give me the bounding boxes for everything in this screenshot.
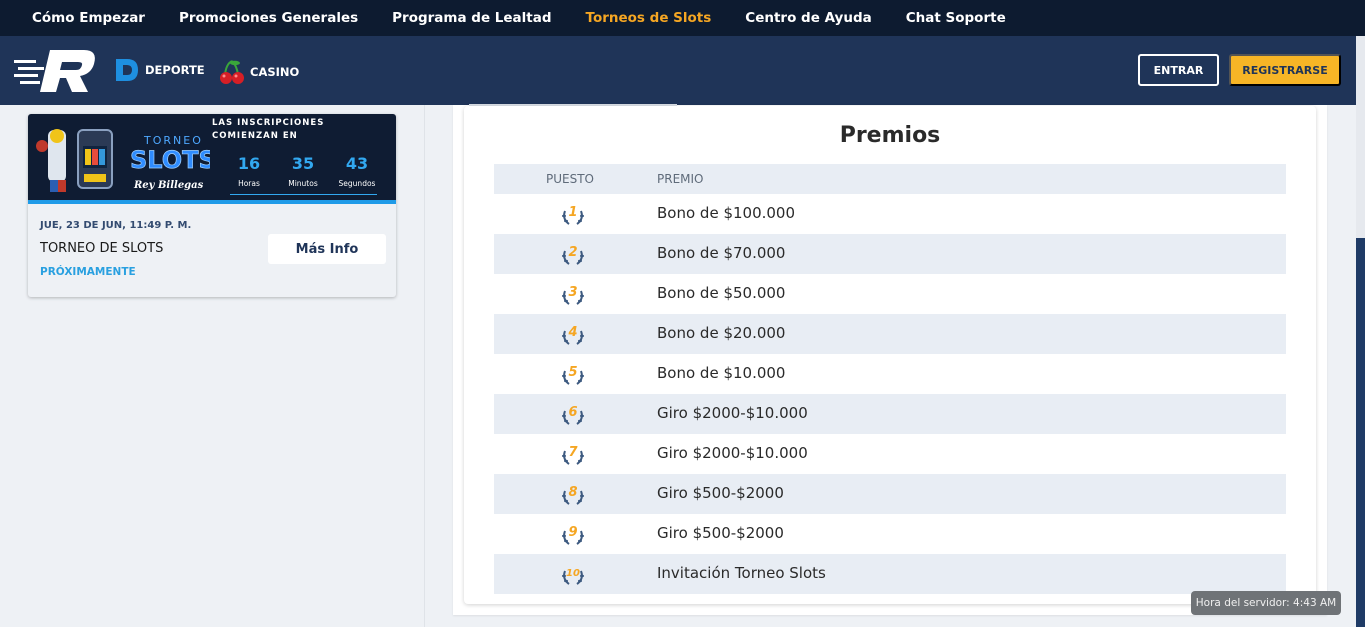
prizes-title: Premios bbox=[839, 123, 941, 148]
category-deporte[interactable]: DEPORTE bbox=[115, 58, 205, 82]
tournament-banner: TORNEO SLOTS Rey Billegas LAS INSCRIPCIO… bbox=[28, 114, 396, 200]
countdown-seconds: 43 Segundos bbox=[332, 154, 382, 188]
table-row: 1 Bono de $100.000 bbox=[494, 194, 1286, 234]
table-row: 5 Bono de $10.000 bbox=[494, 354, 1286, 394]
laurel-medal-icon: 3 bbox=[562, 285, 584, 305]
position-number: 4 bbox=[567, 325, 577, 340]
prize-text: Giro $2000-$10.000 bbox=[657, 444, 808, 462]
countdown-divider bbox=[230, 194, 377, 195]
position-number: 9 bbox=[568, 525, 577, 540]
laurel-medal-icon: 9 bbox=[562, 525, 584, 545]
server-time-badge: Hora del servidor: 4:43 AM bbox=[1191, 591, 1341, 615]
position-number: 5 bbox=[568, 365, 577, 380]
casino-label: CASINO bbox=[250, 65, 300, 79]
position-number: 2 bbox=[568, 245, 577, 260]
top-nav: Cómo Empezar Promociones Generales Progr… bbox=[0, 0, 1365, 36]
sidebar: TORNEO SLOTS Rey Billegas LAS INSCRIPCIO… bbox=[0, 105, 425, 627]
tournament-title: TORNEO DE SLOTS bbox=[40, 241, 164, 256]
laurel-medal-icon: 2 bbox=[562, 245, 584, 265]
position-number: 7 bbox=[568, 445, 578, 460]
nav-torneos-slots[interactable]: Torneos de Slots bbox=[586, 10, 712, 26]
laurel-medal-icon: 4 bbox=[562, 325, 584, 345]
countdown-hours: 16 Horas bbox=[224, 154, 274, 188]
prize-text: Invitación Torneo Slots bbox=[657, 564, 826, 582]
prize-text: Bono de $10.000 bbox=[657, 364, 786, 382]
laurel-medal-icon: 1 bbox=[562, 205, 584, 225]
more-info-button[interactable]: Más Info bbox=[268, 234, 386, 264]
laurel-medal-icon: 6 bbox=[562, 405, 584, 425]
cherry-icon bbox=[220, 60, 244, 84]
prize-text: Bono de $70.000 bbox=[657, 244, 786, 262]
prizes-table-header: PUESTO PREMIO bbox=[494, 164, 1286, 194]
nav-lealtad[interactable]: Programa de Lealtad bbox=[392, 10, 551, 26]
countdown-minutes-label: Minutos bbox=[288, 179, 318, 188]
countdown-seconds-label: Segundos bbox=[338, 179, 376, 188]
nav-centro-ayuda[interactable]: Centro de Ayuda bbox=[745, 10, 871, 26]
register-button[interactable]: REGISTRARSE bbox=[1229, 54, 1341, 86]
slots-banner-art: TORNEO SLOTS Rey Billegas bbox=[36, 129, 210, 192]
countdown-hours-value: 16 bbox=[237, 154, 261, 173]
countdown-hours-label: Horas bbox=[238, 179, 260, 188]
column-header-prize: PREMIO bbox=[657, 172, 704, 186]
table-row: 2 Bono de $70.000 bbox=[494, 234, 1286, 274]
nav-como-empezar[interactable]: Cómo Empezar bbox=[32, 10, 145, 26]
position-number: 10 bbox=[566, 568, 580, 579]
table-row: 3 Bono de $50.000 bbox=[494, 274, 1286, 314]
table-row: 4 Bono de $20.000 bbox=[494, 314, 1286, 354]
banner-rey-text: Rey Billegas bbox=[133, 180, 204, 191]
tournament-date: JUE, 23 DE JUN, 11:49 P. M. bbox=[40, 220, 192, 231]
countdown-minutes-value: 35 bbox=[291, 154, 315, 173]
nav-promociones[interactable]: Promociones Generales bbox=[179, 10, 358, 26]
table-row: 9 Giro $500-$2000 bbox=[494, 514, 1286, 554]
laurel-medal-icon: 5 bbox=[562, 365, 584, 385]
prize-text: Bono de $20.000 bbox=[657, 324, 786, 342]
tournament-card[interactable]: TORNEO SLOTS Rey Billegas LAS INSCRIPCIO… bbox=[28, 114, 396, 297]
category-casino[interactable]: CASINO bbox=[218, 58, 299, 86]
laurel-medal-icon: 7 bbox=[562, 445, 584, 465]
prize-text: Giro $500-$2000 bbox=[657, 484, 784, 502]
countdown-minutes: 35 Minutos bbox=[278, 154, 328, 188]
nav-chat-soporte[interactable]: Chat Soporte bbox=[906, 10, 1006, 26]
prize-text: Giro $500-$2000 bbox=[657, 524, 784, 542]
login-button[interactable]: ENTRAR bbox=[1138, 54, 1219, 86]
site-header: DEPORTE CASINO ENTRAR REGISTRARSE bbox=[0, 36, 1356, 105]
position-number: 8 bbox=[568, 485, 577, 500]
r-brand-logo-icon[interactable] bbox=[14, 48, 98, 94]
table-row: 6 Giro $2000-$10.000 bbox=[494, 394, 1286, 434]
table-row: 10 Invitación Torneo Slots bbox=[494, 554, 1286, 594]
laurel-medal-icon: 10 bbox=[562, 568, 584, 585]
prize-text: Giro $2000-$10.000 bbox=[657, 404, 808, 422]
scrollbar-thumb[interactable] bbox=[1356, 238, 1365, 627]
position-number: 6 bbox=[568, 405, 577, 420]
laurel-medal-icon: 8 bbox=[562, 485, 584, 505]
countdown-seconds-value: 43 bbox=[345, 154, 369, 173]
deporte-label: DEPORTE bbox=[145, 63, 205, 77]
prize-text: Bono de $50.000 bbox=[657, 284, 786, 302]
column-header-position: PUESTO bbox=[546, 172, 594, 186]
position-number: 1 bbox=[568, 205, 577, 220]
prize-text: Bono de $100.000 bbox=[657, 204, 796, 222]
table-row: 7 Giro $2000-$10.000 bbox=[494, 434, 1286, 474]
position-number: 3 bbox=[568, 285, 577, 300]
inscriptions-text: LAS INSCRIPCIONES COMIENZAN EN bbox=[212, 118, 325, 141]
prizes-table-body: 1 Bono de $100.000 2 Bono de $70.000 3 Bono d… bbox=[494, 194, 1286, 594]
banner-accent-bar bbox=[28, 200, 396, 204]
tournament-status: PRÓXIMAMENTE bbox=[40, 266, 136, 278]
table-row: 8 Giro $500-$2000 bbox=[494, 474, 1286, 514]
banner-slots-text: SLOTS bbox=[130, 146, 210, 174]
deporte-d-icon bbox=[116, 59, 138, 81]
